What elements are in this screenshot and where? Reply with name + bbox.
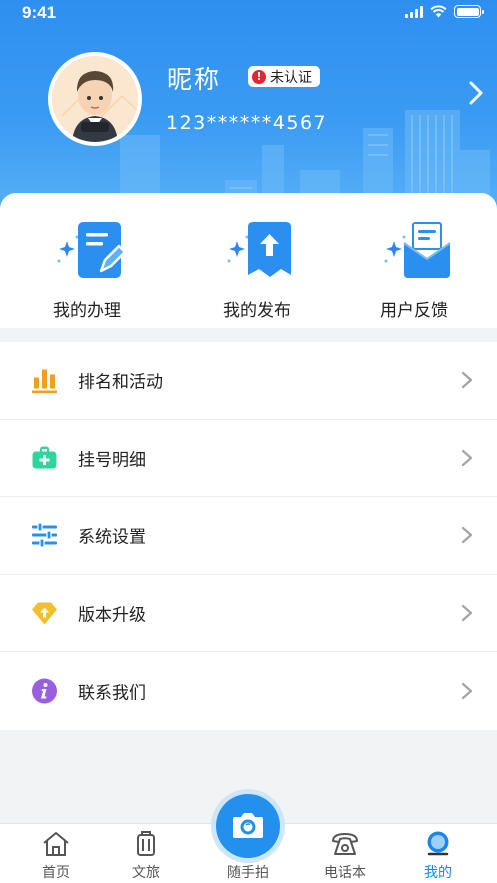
wifi-icon bbox=[430, 5, 447, 18]
verification-badge-label: 未认证 bbox=[270, 69, 312, 86]
nickname[interactable]: 昵称 bbox=[167, 60, 221, 96]
upload-icon bbox=[227, 222, 291, 277]
tab-home[interactable]: 首页 bbox=[11, 824, 101, 883]
status-icons bbox=[405, 5, 484, 18]
tab-label: 我的 bbox=[424, 865, 452, 881]
camera-icon bbox=[233, 813, 263, 838]
luggage-icon bbox=[137, 831, 155, 856]
quick-action-label: 我的发布 bbox=[223, 301, 291, 321]
upgrade-diamond-icon bbox=[32, 602, 57, 625]
menu-item-label: 挂号明细 bbox=[78, 450, 146, 471]
warning-icon: ! bbox=[252, 69, 266, 84]
phone-number: 123******4567 bbox=[166, 112, 328, 134]
profile-header: 9:41 昵称 ! 未认证 123******4567 bbox=[0, 0, 497, 215]
chevron-right-icon bbox=[461, 682, 473, 699]
tab-label: 电话本 bbox=[324, 865, 366, 881]
quick-action-my-posts[interactable]: 我的发布 bbox=[187, 193, 327, 328]
quick-action-label: 我的办理 bbox=[53, 301, 121, 321]
menu-item-upgrade[interactable]: 版本升级 bbox=[0, 575, 497, 652]
profile-chevron-right-icon[interactable] bbox=[468, 80, 484, 106]
telephone-icon bbox=[332, 833, 358, 855]
mail-icon bbox=[384, 222, 451, 278]
verification-badge[interactable]: ! 未认证 bbox=[248, 66, 320, 87]
menu-item-label: 版本升级 bbox=[78, 605, 146, 626]
quick-actions: 我的办理 我的发布 用户反馈 bbox=[0, 193, 497, 328]
menu-item-settings[interactable]: 系统设置 bbox=[0, 497, 497, 575]
signal-icon bbox=[405, 5, 423, 18]
status-time: 9:41 bbox=[22, 3, 57, 22]
document-edit-icon bbox=[57, 222, 127, 278]
quick-action-label: 用户反馈 bbox=[380, 301, 448, 321]
menu-item-contact[interactable]: 联系我们 bbox=[0, 652, 497, 730]
tab-label: 首页 bbox=[42, 865, 70, 881]
status-bar: 9:41 bbox=[0, 0, 497, 26]
menu-item-ranking[interactable]: 排名和活动 bbox=[0, 342, 497, 420]
quick-action-my-handling[interactable]: 我的办理 bbox=[17, 193, 157, 328]
profile-icon bbox=[427, 831, 449, 856]
avatar[interactable] bbox=[48, 52, 142, 146]
tab-mine[interactable]: 我的 bbox=[393, 824, 483, 883]
home-icon bbox=[43, 832, 69, 856]
menu-item-label: 系统设置 bbox=[78, 527, 146, 548]
quick-action-feedback[interactable]: 用户反馈 bbox=[344, 193, 484, 328]
medical-kit-icon bbox=[32, 446, 57, 469]
battery-icon bbox=[454, 5, 484, 18]
sliders-icon bbox=[32, 522, 57, 548]
avatar-image bbox=[52, 56, 138, 142]
menu-item-label: 排名和活动 bbox=[78, 372, 163, 393]
tab-label: 文旅 bbox=[132, 865, 160, 881]
tab-label: 随手拍 bbox=[227, 865, 269, 881]
chevron-right-icon bbox=[461, 527, 473, 544]
settings-menu: 排名和活动 挂号明细 系统设置 版本升级 联系我们 bbox=[0, 342, 497, 730]
tab-phonebook[interactable]: 电话本 bbox=[300, 824, 390, 883]
chevron-right-icon bbox=[461, 604, 473, 621]
menu-item-label: 联系我们 bbox=[78, 683, 146, 704]
menu-item-registration[interactable]: 挂号明细 bbox=[0, 420, 497, 497]
camera-button[interactable] bbox=[211, 789, 285, 863]
chevron-right-icon bbox=[461, 449, 473, 466]
tab-travel[interactable]: 文旅 bbox=[101, 824, 191, 883]
bar-chart-icon bbox=[32, 369, 57, 394]
info-icon bbox=[32, 678, 57, 704]
chevron-right-icon bbox=[461, 372, 473, 389]
